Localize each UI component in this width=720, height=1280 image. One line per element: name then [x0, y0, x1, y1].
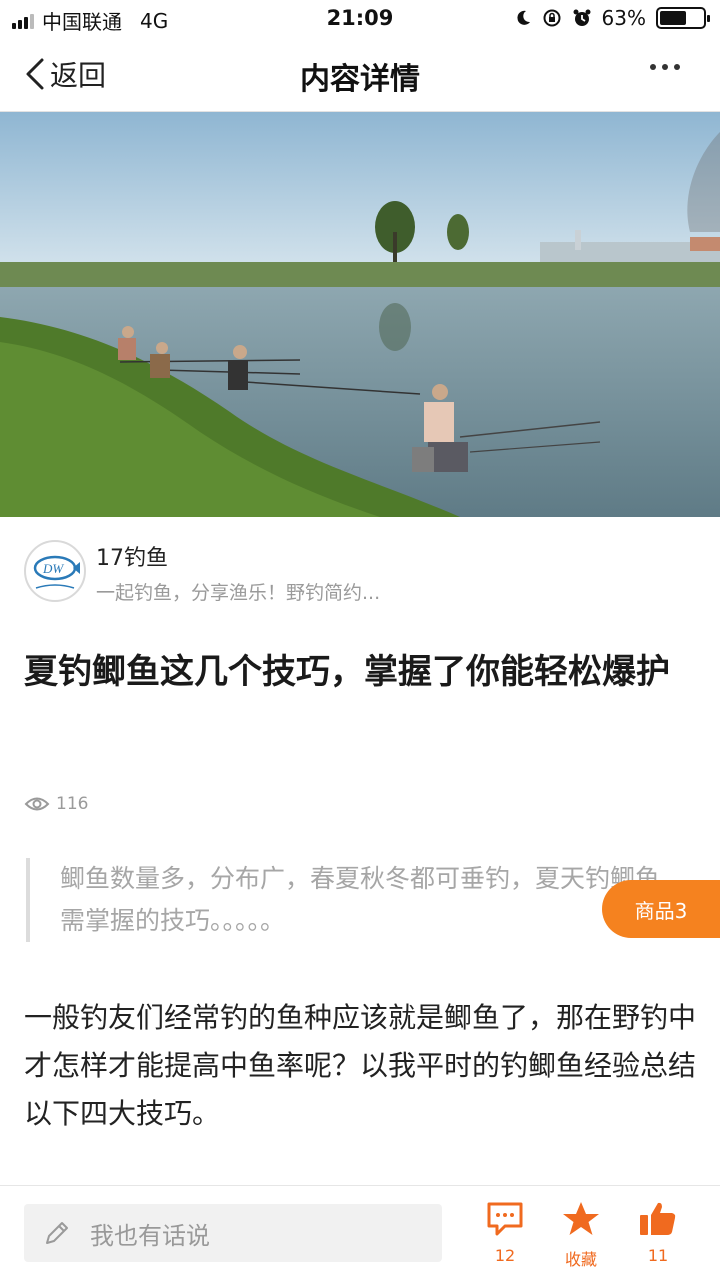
- star-icon: [563, 1202, 599, 1235]
- status-right: 63%: [514, 6, 710, 30]
- author-card[interactable]: DW 17钓鱼 一起钓鱼，分享渔乐！野钓简约...: [24, 536, 704, 606]
- comment-count: 12: [494, 1246, 516, 1265]
- more-button[interactable]: [650, 64, 680, 70]
- more-dot: [662, 64, 668, 70]
- view-count: 116: [24, 794, 88, 814]
- battery-icon: [656, 7, 710, 29]
- thumbs-up-icon: [640, 1202, 676, 1235]
- comment-placeholder: 我也有话说: [90, 1221, 210, 1250]
- like-count: 11: [647, 1246, 669, 1265]
- rotation-lock-icon: [543, 9, 561, 27]
- hero-image: [0, 112, 720, 517]
- article-title: 夏钓鲫鱼这几个技巧，掌握了你能轻松爆护: [24, 652, 670, 692]
- goods-badge-button[interactable]: 商品3: [602, 880, 720, 938]
- pencil-icon: [46, 1222, 68, 1244]
- nav-bar: 返回 内容详情: [0, 36, 720, 112]
- eye-icon: [24, 797, 50, 811]
- view-count-value: 116: [56, 794, 89, 814]
- moon-icon: [516, 10, 530, 25]
- back-label: 返回: [50, 59, 107, 92]
- svg-text:DW: DW: [42, 561, 64, 576]
- article-summary-quote: 鲫鱼数量多，分布广，春夏秋冬都可垂钓，夏天钓鲫鱼，需掌握的技巧。。。。。: [26, 858, 686, 942]
- comment-button[interactable]: 12: [475, 1200, 535, 1265]
- alarm-icon: [573, 9, 591, 26]
- favorite-label: 收藏: [564, 1250, 597, 1269]
- page-title: 内容详情: [300, 62, 420, 97]
- avatar[interactable]: DW: [24, 540, 86, 602]
- article-body: 一般钓友们经常钓的鱼种应该就是鲫鱼了，那在野钓中才怎样才能提高中鱼率呢？以我平时…: [24, 1001, 697, 1130]
- bottom-bar: 我也有话说 12 收藏 11: [0, 1185, 720, 1280]
- more-dot: [650, 64, 656, 70]
- chevron-left-icon: [26, 58, 44, 90]
- more-dot: [674, 64, 680, 70]
- comment-icon: [487, 1202, 523, 1236]
- status-bar: 中国联通 4G 21:09 63%: [0, 0, 720, 36]
- like-button[interactable]: 11: [628, 1200, 688, 1265]
- battery-fill: [660, 11, 687, 25]
- back-button[interactable]: 返回: [24, 54, 106, 94]
- author-name[interactable]: 17钓鱼: [96, 540, 168, 572]
- author-description: 一起钓鱼，分享渔乐！野钓简约...: [96, 582, 381, 604]
- battery-percent: 63%: [601, 6, 646, 30]
- favorite-button[interactable]: 收藏: [551, 1200, 611, 1270]
- comment-input[interactable]: 我也有话说: [24, 1204, 442, 1262]
